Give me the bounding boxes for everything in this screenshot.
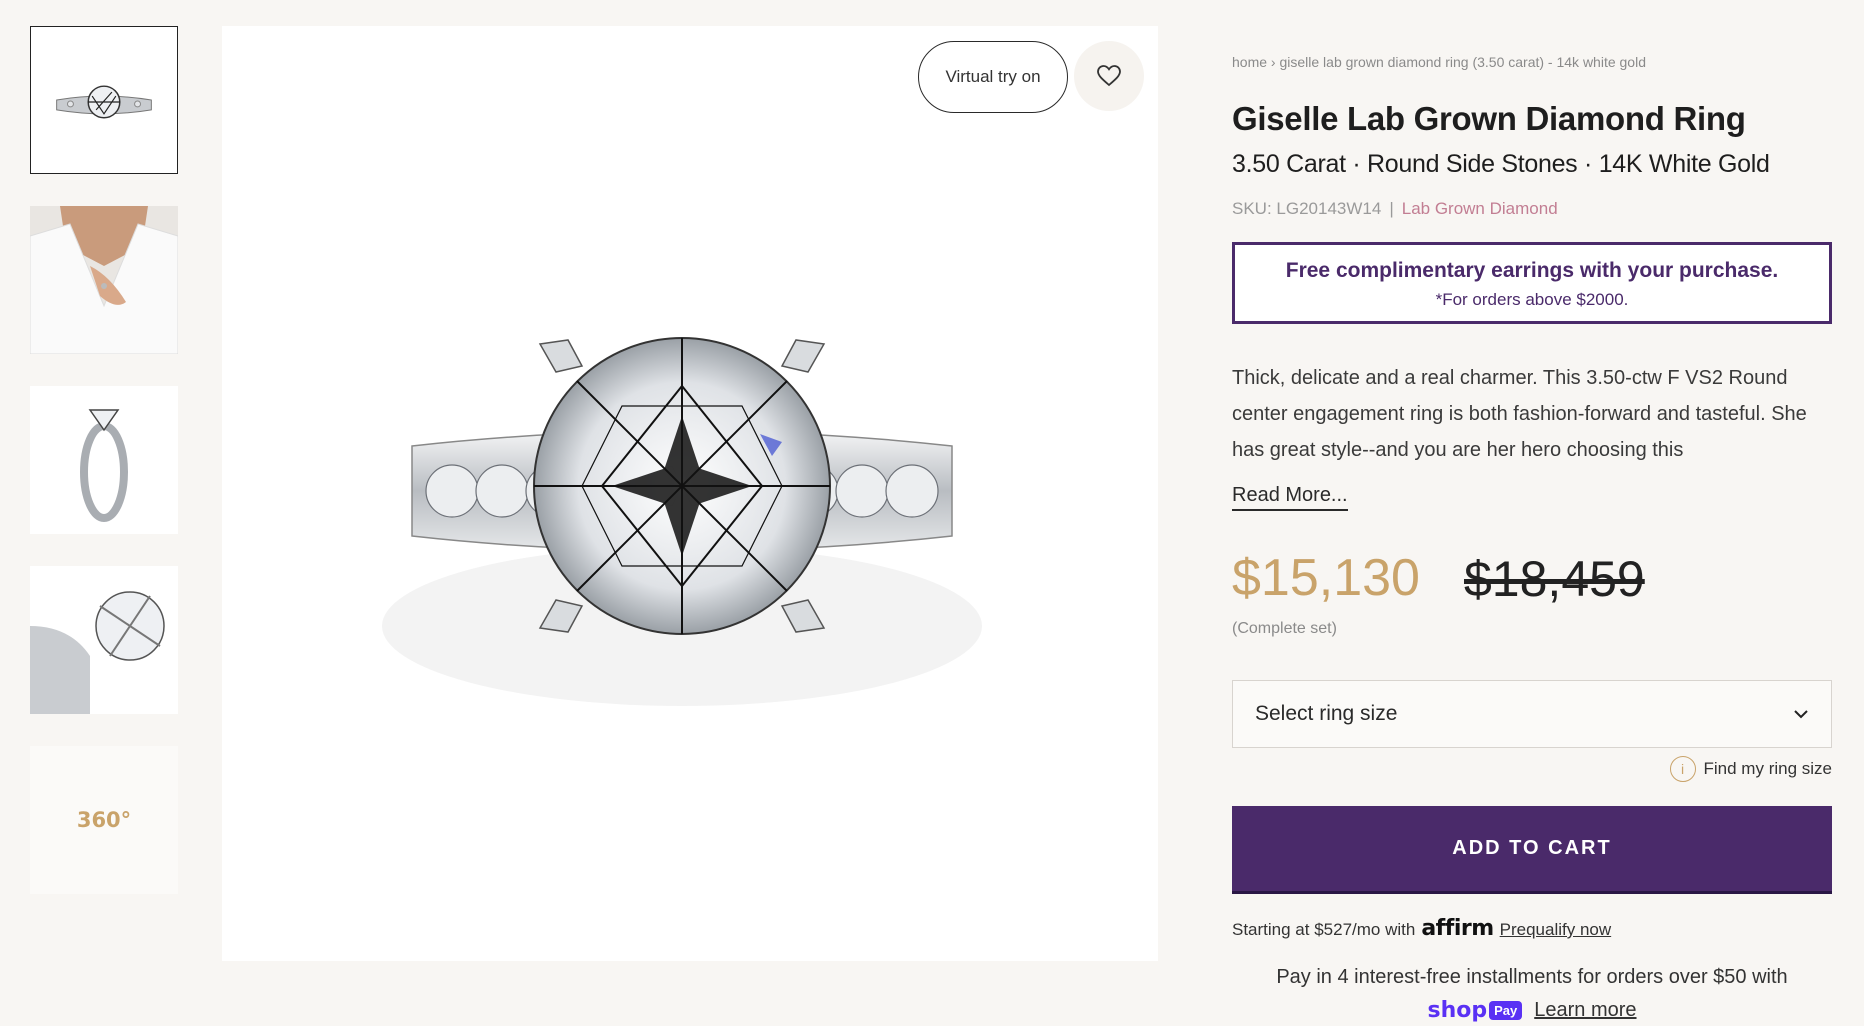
thumbnail-strip: 360° [30, 26, 180, 926]
find-ring-size-link[interactable]: i Find my ring size [1669, 756, 1832, 782]
price-note: (Complete set) [1232, 620, 1337, 637]
wishlist-button[interactable] [1074, 41, 1144, 111]
info-icon: i [1669, 756, 1696, 782]
main-product-image: Virtual try on [222, 26, 1158, 961]
original-price: $18,459 [1464, 551, 1645, 607]
affirm-logo: affirm [1421, 916, 1494, 941]
sku-separator: | [1389, 199, 1394, 218]
sale-price: $15,130 [1232, 549, 1420, 607]
model-wearing-thumbnail-image [30, 206, 178, 354]
read-more-link[interactable]: Read More... [1232, 484, 1348, 511]
thumbnail-ring-side[interactable] [30, 386, 178, 534]
sku-text: SKU: LG20143W14 [1232, 199, 1382, 218]
find-ring-size-label: Find my ring size [1703, 759, 1832, 778]
add-to-cart-button[interactable]: ADD TO CART [1232, 806, 1832, 894]
thumbnail-ring-front[interactable] [30, 26, 178, 174]
breadcrumb[interactable]: home › giselle lab grown diamond ring (3… [1232, 54, 1646, 70]
chevron-down-icon [1794, 710, 1808, 719]
product-title: Giselle Lab Grown Diamond Ring [1232, 100, 1746, 137]
shop-pay-row: shop Pay Learn more [1232, 998, 1832, 1023]
ring-side-thumbnail-image [30, 386, 178, 534]
ring-size-placeholder: Select ring size [1255, 702, 1398, 725]
shop-pay-badge: Pay [1489, 1001, 1523, 1020]
sku-row: SKU: LG20143W14 | Lab Grown Diamond [1232, 199, 1558, 219]
product-description: Thick, delicate and a real charmer. This… [1232, 367, 1807, 461]
promo-title: Free complimentary earrings with your pu… [1285, 259, 1779, 282]
shop-pay-text: Pay in 4 interest-free installments for … [1276, 966, 1788, 988]
shop-pay-logo: shop [1427, 998, 1488, 1023]
promo-note: *For orders above $2000. [1435, 290, 1629, 309]
ring-size-select[interactable]: Select ring size [1232, 680, 1832, 748]
heart-icon [1097, 65, 1121, 87]
learn-more-link[interactable]: Learn more [1534, 999, 1636, 1022]
thumbnail-360-view[interactable]: 360° [30, 746, 178, 894]
ring-front-thumbnail-image [31, 27, 177, 173]
thumbnail-model-wearing[interactable] [30, 206, 178, 354]
product-type-link[interactable]: Lab Grown Diamond [1402, 199, 1558, 218]
ring-image [382, 337, 982, 706]
affirm-financing: Starting at $527/mo with affirm Prequali… [1232, 916, 1611, 941]
360-label: 360° [76, 808, 132, 832]
ring-closeup-thumbnail-image [30, 566, 178, 714]
product-subtitle: 3.50 Carat · Round Side Stones · 14K Whi… [1232, 150, 1770, 178]
virtual-try-on-button[interactable]: Virtual try on [918, 41, 1068, 113]
promo-banner: Free complimentary earrings with your pu… [1232, 242, 1832, 324]
prequalify-link[interactable]: Prequalify now [1500, 920, 1612, 940]
thumbnail-ring-closeup[interactable] [30, 566, 178, 714]
affirm-prefix: Starting at $527/mo with [1232, 920, 1416, 939]
